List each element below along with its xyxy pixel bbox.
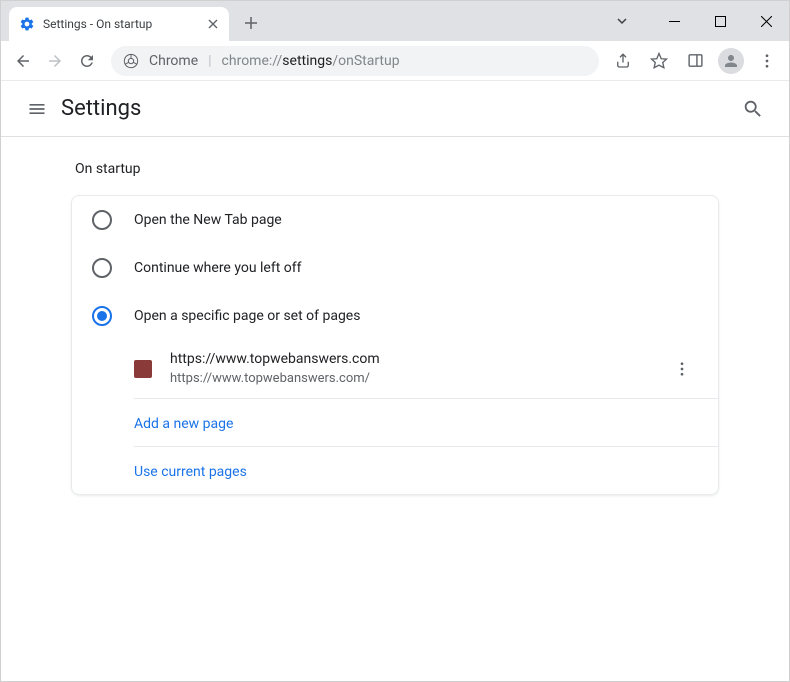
omnibox-label: Chrome (149, 53, 198, 69)
search-icon[interactable] (733, 89, 773, 129)
startup-card: Open the New Tab page Continue where you… (71, 195, 719, 495)
radio-option-continue[interactable]: Continue where you left off (72, 244, 718, 292)
forward-button[interactable] (39, 45, 71, 77)
back-button[interactable] (7, 45, 39, 77)
radio-label: Open a specific page or set of pages (134, 308, 360, 324)
radio-label: Open the New Tab page (134, 212, 282, 228)
browser-tab[interactable]: Settings - On startup (9, 7, 229, 41)
startup-page-url: https://www.topwebanswers.com/ (170, 370, 666, 388)
kebab-menu-icon[interactable] (751, 45, 783, 77)
link-text: Add a new page (134, 416, 233, 432)
omnibox-separator: | (208, 53, 211, 69)
add-page-link[interactable]: Add a new page (72, 399, 718, 446)
browser-titlebar: Settings - On startup (1, 1, 789, 41)
page-title: Settings (61, 96, 141, 121)
omnibox-url: chrome://settings/onStartup (222, 53, 400, 69)
maximize-button[interactable] (697, 1, 743, 41)
settings-header: Settings (1, 81, 789, 137)
chevron-down-icon[interactable] (607, 6, 637, 36)
chrome-icon (123, 53, 139, 69)
link-text: Use current pages (134, 464, 247, 480)
radio-icon (92, 306, 112, 326)
browser-toolbar: Chrome | chrome://settings/onStartup (1, 41, 789, 81)
share-icon[interactable] (607, 45, 639, 77)
reload-button[interactable] (71, 45, 103, 77)
window-controls (607, 1, 789, 41)
radio-option-specific[interactable]: Open a specific page or set of pages (72, 292, 718, 340)
close-icon[interactable] (205, 16, 221, 32)
settings-content: On startup Open the New Tab page Continu… (1, 137, 789, 495)
gear-icon (19, 16, 35, 32)
radio-option-newtab[interactable]: Open the New Tab page (72, 196, 718, 244)
section-label: On startup (71, 161, 719, 177)
startup-page-row: https://www.topwebanswers.com https://ww… (72, 340, 718, 398)
more-actions-button[interactable] (666, 353, 698, 385)
radio-icon (92, 258, 112, 278)
bookmark-icon[interactable] (643, 45, 675, 77)
radio-label: Continue where you left off (134, 260, 302, 276)
new-tab-button[interactable] (237, 9, 265, 37)
side-panel-icon[interactable] (679, 45, 711, 77)
profile-avatar[interactable] (715, 45, 747, 77)
page-info: https://www.topwebanswers.com https://ww… (170, 350, 666, 388)
minimize-button[interactable] (651, 1, 697, 41)
hamburger-icon[interactable] (17, 89, 57, 129)
use-current-link[interactable]: Use current pages (72, 447, 718, 494)
favicon-icon (134, 360, 152, 378)
close-window-button[interactable] (743, 1, 789, 41)
address-bar[interactable]: Chrome | chrome://settings/onStartup (111, 46, 599, 76)
startup-page-title: https://www.topwebanswers.com (170, 350, 666, 370)
tab-title: Settings - On startup (43, 17, 205, 31)
radio-icon (92, 210, 112, 230)
